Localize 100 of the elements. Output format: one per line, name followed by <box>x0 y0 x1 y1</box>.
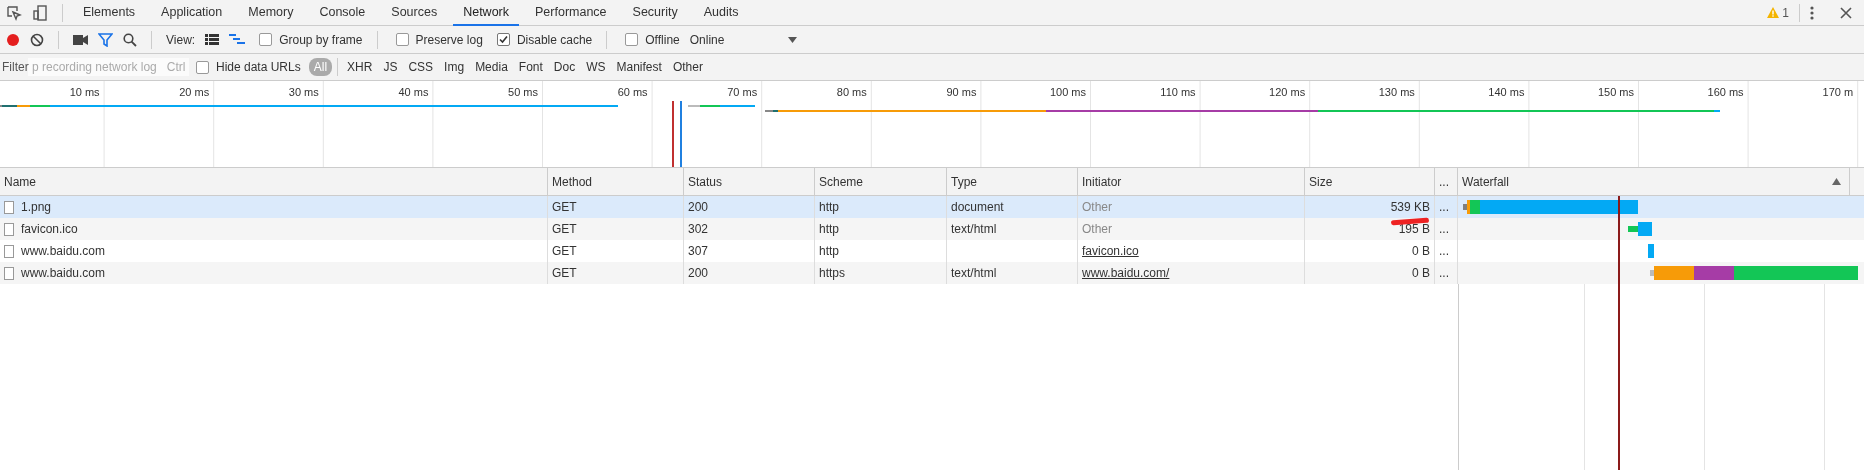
initiator-text: Other <box>1082 200 1112 214</box>
checkbox-option[interactable]: Group by frame <box>259 32 363 47</box>
column-header[interactable]: ... <box>1435 168 1458 195</box>
tick-label: 100 ms <box>1049 86 1086 98</box>
tick-label: 70 ms <box>727 86 758 98</box>
size-text: 539 KB <box>1390 200 1430 214</box>
tooltip-text: p recording network log <box>32 60 157 74</box>
tick-label: 120 ms <box>1269 86 1306 98</box>
method-text: GET <box>552 244 577 258</box>
inspect-element-icon[interactable] <box>6 4 22 21</box>
type-filter-button[interactable]: WS <box>581 58 611 76</box>
type-filter-button[interactable]: CSS <box>403 58 439 76</box>
close-icon[interactable] <box>1840 6 1852 19</box>
panel-tab[interactable]: Application <box>151 0 233 26</box>
type-filter-button[interactable]: XHR <box>342 58 378 76</box>
sort-ascending-icon[interactable] <box>1832 178 1841 185</box>
file-icon <box>4 200 14 214</box>
column-header[interactable]: Type <box>947 168 1078 195</box>
record-button-icon[interactable] <box>6 32 20 47</box>
initiator-link[interactable]: favicon.ico <box>1082 244 1139 258</box>
type-text: text/html <box>951 222 997 236</box>
file-icon <box>4 222 14 236</box>
more-options-icon[interactable] <box>1810 5 1814 20</box>
size-text: 0 B <box>1412 266 1430 280</box>
more-text: ... <box>1439 244 1449 258</box>
status-code: 307 <box>688 244 709 258</box>
request-row[interactable]: 1.png GET 200 http document Other 539 KB ... <box>0 196 1864 218</box>
checkbox-option[interactable]: Hide data URLs <box>196 60 301 74</box>
type-text: document <box>951 200 1004 214</box>
type-filter-button[interactable]: Img <box>439 58 470 76</box>
checkbox[interactable] <box>259 33 273 46</box>
type-filter-button[interactable]: Font <box>513 58 548 76</box>
column-header[interactable]: Method <box>548 168 684 195</box>
tick-label: 60 ms <box>617 86 648 98</box>
initiator-link[interactable]: www.baidu.com/ <box>1082 266 1170 280</box>
checkbox[interactable] <box>625 33 639 46</box>
waterfall-bar <box>1648 244 1654 258</box>
column-header[interactable]: Status <box>684 168 815 195</box>
method-text: GET <box>552 222 577 236</box>
warning-count[interactable]: 1 <box>1782 5 1789 20</box>
checkbox[interactable] <box>196 60 209 74</box>
method-text: GET <box>552 266 577 280</box>
panel-tab[interactable]: Elements <box>73 0 146 26</box>
tick-label: 170 m <box>1822 86 1854 98</box>
panel-tab[interactable]: Memory <box>238 0 304 26</box>
scheme-text: https <box>819 266 845 280</box>
tick-label: 90 ms <box>946 86 977 98</box>
scheme-text: http <box>819 222 839 236</box>
tick-label: 20 ms <box>179 86 210 98</box>
request-row[interactable]: www.baidu.com GET 200 https text/html www.baidu.com/ 0 B ... <box>0 262 1864 284</box>
file-icon <box>4 266 14 280</box>
search-icon[interactable] <box>123 32 137 47</box>
panel-tab[interactable]: Audits <box>693 0 749 26</box>
tick-label: 140 ms <box>1488 86 1525 98</box>
panel-tab[interactable]: Security <box>622 0 688 26</box>
type-filter-button[interactable]: Manifest <box>611 58 667 76</box>
more-text: ... <box>1439 266 1449 280</box>
tick-label: 160 ms <box>1707 86 1744 98</box>
checkbox-option[interactable]: Offline <box>625 32 680 47</box>
column-header[interactable]: Initiator <box>1078 168 1305 195</box>
filter-icon[interactable] <box>98 32 113 47</box>
device-toolbar-icon[interactable] <box>32 4 48 21</box>
tick-label: 50 ms <box>508 86 538 98</box>
column-header[interactable]: Name <box>0 168 548 195</box>
type-filter-button[interactable]: Doc <box>548 58 581 76</box>
checkbox-option[interactable]: Preserve log <box>395 32 483 47</box>
clear-icon[interactable] <box>30 32 44 47</box>
type-filter-button[interactable]: Media <box>470 58 513 76</box>
throttling-dropdown[interactable]: Online <box>689 32 798 47</box>
scheme-text: http <box>819 200 839 214</box>
tick-label: 130 ms <box>1378 86 1415 98</box>
list-view-icon[interactable] <box>205 34 220 45</box>
panel-tab[interactable]: Sources <box>381 0 448 26</box>
camera-icon[interactable] <box>73 34 88 45</box>
type-filter-button[interactable]: Other <box>667 58 708 76</box>
tooltip-shortcut: Ctrl <box>166 60 186 74</box>
checkbox[interactable] <box>496 33 510 46</box>
size-text: 0 B <box>1412 244 1430 258</box>
type-text: text/html <box>951 266 997 280</box>
tick-label: 10 ms <box>69 86 100 98</box>
column-header[interactable]: Size <box>1305 168 1435 195</box>
size-text: 195 B <box>1398 222 1430 236</box>
waterfall-view-icon[interactable] <box>229 34 246 45</box>
column-header[interactable]: Scheme <box>815 168 947 195</box>
checkbox[interactable] <box>395 33 409 46</box>
initiator-text: Other <box>1082 222 1112 236</box>
tick-label: 80 ms <box>836 86 867 98</box>
column-header[interactable]: Waterfall <box>1458 168 1850 195</box>
status-code: 302 <box>688 222 709 236</box>
panel-tab[interactable]: Console <box>309 0 376 26</box>
request-name: favicon.ico <box>21 222 78 236</box>
type-filter-button[interactable]: JS <box>378 58 403 76</box>
method-text: GET <box>552 200 577 214</box>
checkbox-option[interactable]: Disable cache <box>496 32 593 47</box>
panel-tab[interactable]: Performance <box>525 0 617 26</box>
scheme-text: http <box>819 244 839 258</box>
request-row[interactable]: favicon.ico GET 302 http text/html Other 195 B ... <box>0 218 1864 240</box>
file-icon <box>4 244 14 258</box>
tick-label: 30 ms <box>288 86 319 98</box>
tick-label: 40 ms <box>398 86 429 98</box>
